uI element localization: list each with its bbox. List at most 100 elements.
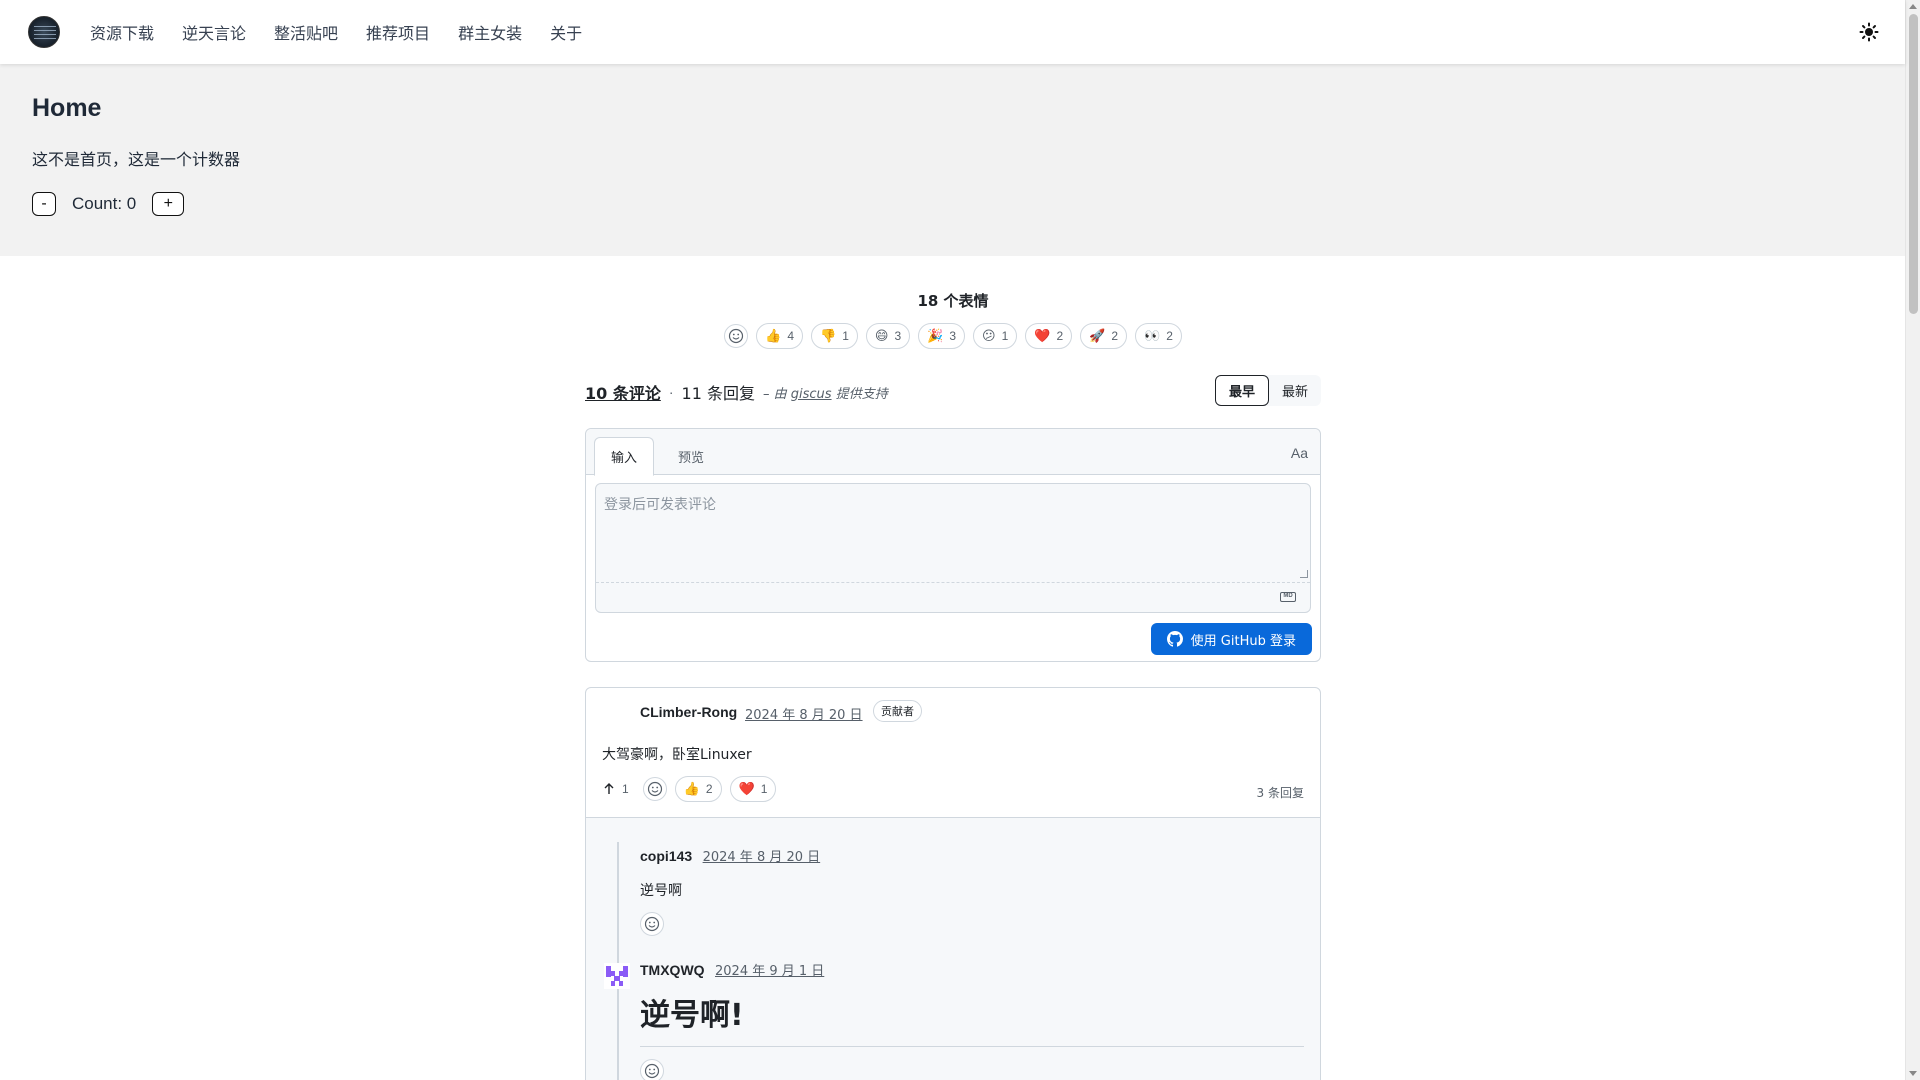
thumbs-up-icon: 👍 xyxy=(683,781,700,797)
tab-preview[interactable]: 预览 xyxy=(662,437,720,476)
page-scrollbar[interactable] xyxy=(1905,0,1920,1080)
avatar[interactable] xyxy=(604,963,630,989)
reaction-count: 1 xyxy=(760,782,768,796)
reaction-count: 1 xyxy=(1001,329,1009,343)
reply-body-heading: 逆号啊! xyxy=(640,998,744,1033)
tab-write[interactable]: 输入 xyxy=(594,437,655,476)
reaction-laugh[interactable]: 😄 3 xyxy=(865,323,911,349)
page-subtitle: 这不是首页，这是一个计数器 xyxy=(32,150,241,169)
github-login-label: 使用 GitHub 登录 xyxy=(1190,633,1296,649)
replies-section: copi143 2024 年 8 月 20 日 逆号啊 TMXQWQ 2024 … xyxy=(586,818,1320,1080)
comment-textarea[interactable]: 登录后可发表评论 MD xyxy=(595,483,1311,613)
arrow-up-icon xyxy=(604,783,614,794)
powered-prefix: – 由 xyxy=(762,386,787,402)
reaction-thumbs-up[interactable]: 👍 4 xyxy=(756,323,803,349)
nav-item-downloads[interactable]: 资源下载 xyxy=(76,20,168,44)
add-reaction-smiley-icon[interactable] xyxy=(640,912,664,936)
reaction-confused[interactable]: 😕 1 xyxy=(973,323,1018,349)
navbar: 资源下载 逆天言论 整活贴吧 推荐项目 群主女装 关于 xyxy=(0,0,1905,64)
add-reaction-smiley-icon[interactable] xyxy=(640,1059,664,1080)
giscus-link[interactable]: giscus xyxy=(791,387,832,402)
reaction-hooray[interactable]: 🎉 3 xyxy=(918,323,965,349)
powered-suffix: 提供支持 xyxy=(835,386,888,402)
giscus-widget: 18 个表情 👍 4 👎 1 😄 3 🎉 3 😕 1 ❤️ 2 🚀 2 👀 2 10 条评论 ·… xyxy=(585,256,1321,1080)
nav-item-projects[interactable]: 推荐项目 xyxy=(352,20,444,44)
powered-by: – 由 giscus 提供支持 xyxy=(763,383,888,402)
reaction-count: 2 xyxy=(1056,329,1064,343)
resize-handle[interactable] xyxy=(1300,570,1308,578)
reaction-heart[interactable]: ❤️ 2 xyxy=(1025,323,1073,349)
counter: - Count: 0 + xyxy=(32,192,185,216)
github-icon xyxy=(1166,631,1183,647)
nav-item-dress[interactable]: 群主女装 xyxy=(444,20,536,44)
reply-date[interactable]: 2024 年 9 月 1 日 xyxy=(715,964,824,979)
laugh-icon: 😄 xyxy=(874,328,889,344)
nav-links: 资源下载 逆天言论 整活贴吧 推荐项目 群主女装 关于 xyxy=(76,20,596,44)
reply-count-link[interactable]: 3 条回复 xyxy=(1257,784,1304,801)
thumbs-up-icon: 👍 xyxy=(765,328,782,344)
nav-item-about[interactable]: 关于 xyxy=(536,20,596,44)
reaction-count: 2 xyxy=(705,782,713,796)
nav-item-quotes[interactable]: 逆天言论 xyxy=(168,20,260,44)
site-logo[interactable] xyxy=(28,16,60,48)
upvote-count: 1 xyxy=(622,782,629,796)
scroll-down-arrow[interactable] xyxy=(1909,1071,1917,1076)
reaction-thumbs-down[interactable]: 👎 1 xyxy=(811,323,858,349)
reaction-count: 1 xyxy=(842,329,849,343)
rocket-icon: 🚀 xyxy=(1089,328,1106,344)
comment-box-header: 输入 预览 Aa xyxy=(586,429,1320,476)
comment-author[interactable]: CLimber-Rong xyxy=(640,704,737,720)
add-reaction-smiley-icon[interactable] xyxy=(724,324,749,348)
reply-count: 11 条回复 xyxy=(681,384,755,403)
font-toggle-button[interactable]: Aa xyxy=(1291,445,1308,461)
reply-item: copi143 2024 年 8 月 20 日 逆号啊 xyxy=(640,846,820,936)
add-reaction-smiley-icon[interactable] xyxy=(642,777,667,801)
textarea-divider xyxy=(596,582,1310,583)
reply-body: 逆号啊 xyxy=(640,883,682,899)
comment-box: 输入 预览 Aa 登录后可发表评论 MD 使用 GitHub 登录 xyxy=(585,428,1321,662)
page-title: Home xyxy=(32,94,102,122)
comment-main: CLimber-Rong 2024 年 8 月 20 日 贡献者 大驾豪啊，卧室… xyxy=(586,688,1320,818)
reactions-row: 👍 4 👎 1 😄 3 🎉 3 😕 1 ❤️ 2 🚀 2 👀 2 xyxy=(585,323,1321,349)
comment-body: 大驾豪啊，卧室Linuxer xyxy=(602,747,752,763)
hooray-icon: 🎉 xyxy=(927,328,944,344)
comment-date[interactable]: 2024 年 8 月 20 日 xyxy=(745,704,863,723)
contributor-badge: 贡献者 xyxy=(873,700,922,722)
decrement-button[interactable]: - xyxy=(32,192,56,216)
scroll-thumb[interactable] xyxy=(1909,14,1918,314)
reply-author[interactable]: copi143 xyxy=(640,848,692,864)
reaction-count: 3 xyxy=(894,329,902,343)
reaction-count: 3 xyxy=(949,329,956,343)
reactions-title: 18 个表情 xyxy=(917,292,989,310)
comment-card: CLimber-Rong 2024 年 8 月 20 日 贡献者 大驾豪啊，卧室… xyxy=(585,687,1321,1080)
markdown-icon: MD xyxy=(1280,592,1296,602)
github-login-button[interactable]: 使用 GitHub 登录 xyxy=(1150,623,1312,655)
comment-placeholder: 登录后可发表评论 xyxy=(604,497,716,513)
theme-toggle-sun-icon[interactable] xyxy=(1859,22,1879,42)
comment-reaction-thumbs-up[interactable]: 👍 2 xyxy=(674,776,722,802)
reply-author[interactable]: TMXQWQ xyxy=(640,962,705,978)
comments-meta: 10 条评论 · 11 条回复 – 由 giscus 提供支持 最早 最新 xyxy=(585,375,1321,409)
reaction-eyes[interactable]: 👀 2 xyxy=(1135,323,1182,349)
sort-newest-button[interactable]: 最新 xyxy=(1269,375,1321,406)
reaction-count: 2 xyxy=(1111,329,1118,343)
thread-line xyxy=(617,842,619,1080)
count-display: Count: 0 xyxy=(72,194,137,213)
confused-icon: 😕 xyxy=(982,328,996,344)
reply-divider xyxy=(640,1046,1304,1047)
nav-item-tieba[interactable]: 整活贴吧 xyxy=(260,20,352,44)
reply-date[interactable]: 2024 年 8 月 20 日 xyxy=(703,850,821,865)
separator-dot: · xyxy=(668,384,674,400)
comment-count-link[interactable]: 10 条评论 xyxy=(585,380,661,404)
upvote-button[interactable]: 1 xyxy=(602,782,629,796)
thumbs-down-icon: 👎 xyxy=(820,328,837,344)
reply-item: TMXQWQ 2024 年 9 月 1 日 逆号啊! xyxy=(640,960,1304,1080)
scroll-up-arrow[interactable] xyxy=(1909,4,1917,9)
comment-actions: 1 👍 2 ❤️ 1 xyxy=(602,776,777,802)
increment-button[interactable]: + xyxy=(152,192,185,216)
sort-oldest-button[interactable]: 最早 xyxy=(1214,375,1269,406)
reaction-count: 2 xyxy=(1166,329,1173,343)
comment-reaction-heart[interactable]: ❤️ 1 xyxy=(729,776,777,802)
reaction-rocket[interactable]: 🚀 2 xyxy=(1080,323,1127,349)
reaction-count: 4 xyxy=(787,329,794,343)
